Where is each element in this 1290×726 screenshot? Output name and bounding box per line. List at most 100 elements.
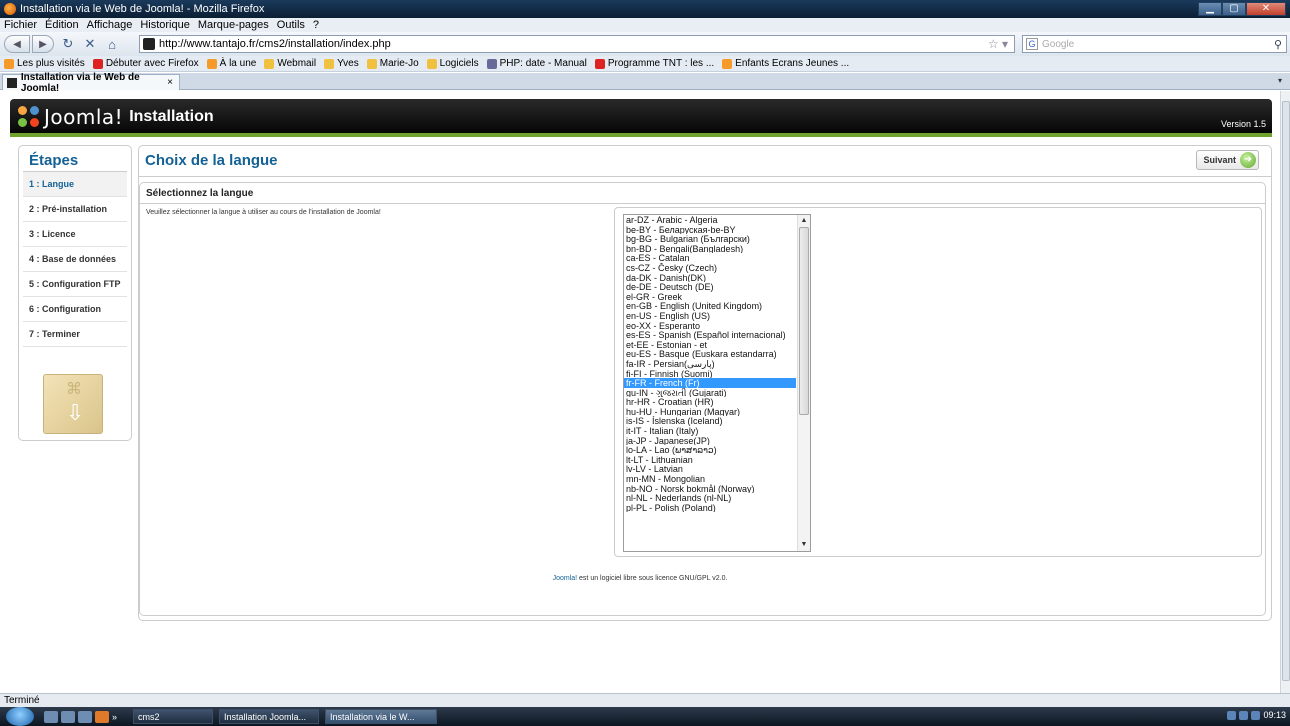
step-item[interactable]: 3 : Licence [23,222,127,247]
language-option[interactable]: en-GB - English (United Kingdom) [624,301,796,311]
language-option[interactable]: en-US - English (US) [624,311,796,320]
tray-volume-icon[interactable] [1239,710,1249,720]
language-description: Veuillez sélectionner la langue à utilis… [146,209,381,216]
step-item[interactable]: 5 : Configuration FTP [23,272,127,297]
menu-bookmarks[interactable]: Marque-pages [198,19,269,31]
tray-clock[interactable]: 09:13 [1263,710,1286,720]
language-option[interactable]: it-IT - Italian (Italy) [624,426,796,435]
language-option[interactable]: be-BY - Беларуская-be-BY [624,225,796,234]
step-item[interactable]: 7 : Terminer [23,322,127,347]
quicklaunch-firefox-icon[interactable] [95,710,109,723]
menu-edit[interactable]: Édition [45,19,79,31]
quicklaunch-show-desktop-icon[interactable] [44,710,58,723]
minimize-button[interactable]: ▁ [1198,2,1222,16]
start-button[interactable] [6,707,34,726]
language-option[interactable]: ar-DZ - Arabic - Algeria [624,215,796,224]
step-item[interactable]: 6 : Configuration [23,297,127,322]
language-option[interactable]: es-ES - Spanish (Español internacional) [624,330,796,339]
language-option[interactable]: ca-ES - Catalan [624,253,796,263]
language-option[interactable]: lo-LA - Lao (ພາສາລາວ) [624,445,796,454]
close-window-button[interactable]: ✕ [1246,2,1286,16]
language-option[interactable]: lt-LT - Lithuanian [624,455,796,464]
bookmark-item[interactable]: À la une [206,58,256,69]
bookmark-item[interactable]: Enfants Ecrans Jeunes ... [722,58,849,69]
language-option[interactable]: cs-CZ - Česky (Czech) [624,263,796,272]
bookmark-item[interactable]: Les plus visités [4,58,85,69]
back-button[interactable]: ◀ [4,35,30,53]
section-divider [140,203,1266,204]
menu-help[interactable]: ? [313,19,319,31]
scroll-up-icon[interactable]: ▲ [800,217,808,225]
language-select[interactable]: ar-DZ - Arabic - Algeria be-BY - Беларуск… [623,214,811,552]
language-option[interactable]: nb-NO - Norsk bokmål (Norway) [624,484,796,493]
language-list-scrollbar[interactable]: ▲ ▼ [797,215,810,551]
language-option[interactable]: pl-PL - Polish (Poland) [624,503,796,512]
language-option[interactable]: lv-LV - Latvian [624,464,796,474]
bookmark-label: Webmail [277,58,317,69]
menu-tools[interactable]: Outils [277,19,305,31]
language-list-scroll-thumb[interactable] [799,227,809,415]
language-option[interactable]: fi-FI - Finnish (Suomi) [624,369,796,378]
language-option[interactable]: bg-BG - Bulgarian (Български) [624,234,796,243]
step-item[interactable]: 2 : Pré-installation [23,197,127,222]
tray-security-icon[interactable] [1251,710,1261,720]
bookmark-star-icon[interactable]: ☆ ▾ [988,37,1008,51]
language-option[interactable]: bn-BD - Bengali(Bangladesh) [624,244,796,253]
search-icon[interactable]: ⚲ [1274,38,1282,51]
bookmark-item[interactable]: PHP: date - Manual [486,58,587,69]
page-scrollbar[interactable] [1280,91,1290,693]
language-option[interactable]: el-GR - Greek [624,292,796,301]
bookmark-item[interactable]: Logiciels [426,58,479,69]
bookmark-item[interactable]: Marie-Jo [366,58,419,69]
quicklaunch-ie-icon[interactable] [78,710,92,723]
url-bar[interactable]: http://www.tantajo.fr/cms2/installation/… [139,35,1015,53]
bookmark-item[interactable]: Programme TNT : les ... [594,58,714,69]
language-option[interactable]: fa-IR - Persian(پارسی) [624,359,796,368]
quicklaunch-more-icon[interactable]: » [112,712,117,722]
language-option[interactable]: de-DE - Deutsch (DE) [624,282,796,291]
maximize-button[interactable]: ▢ [1222,2,1246,16]
taskbar-window-button[interactable]: Installation Joomla... [219,709,320,724]
footer-joomla-link[interactable]: Joomla! [553,575,578,582]
footer-license-text: est un logiciel libre sous licence GNU/G… [577,575,728,582]
menu-view[interactable]: Affichage [87,19,133,31]
step-item[interactable]: 1 : Langue [23,172,127,197]
step-item[interactable]: 4 : Base de données [23,247,127,272]
language-option[interactable]: et-EE - Estonian - et [624,340,796,349]
language-option[interactable]: nl-NL - Nederlands (nl-NL) [624,493,796,502]
next-button[interactable]: Suivant ➜ [1196,150,1259,170]
taskbar-window-button[interactable]: Installation via le W... [325,709,438,724]
language-option[interactable]: mn-MN - Mongolian [624,474,796,483]
language-option[interactable]: is-IS - Íslenska (Iceland) [624,416,796,426]
stop-button[interactable]: ✕ [80,34,100,54]
bookmark-item[interactable]: Yves [324,58,359,69]
reload-button[interactable]: ↻ [58,34,78,54]
system-tray: 09:13 [1227,710,1286,720]
language-option[interactable]: da-DK - Danish(DK) [624,273,796,282]
tray-network-icon[interactable] [1227,710,1237,720]
language-option[interactable]: hr-HR - Croatian (HR) [624,397,796,406]
language-option[interactable]: gu-IN - ગુજરાતી (Gujarati) [624,388,796,397]
scroll-down-icon[interactable]: ▼ [800,541,808,549]
tab-joomla-installation[interactable]: Installation via le Web de Joomla! × [2,72,180,94]
search-bar[interactable]: G Google ⚲ [1022,35,1287,53]
language-option[interactable]: hu-HU - Hungarian (Magyar) [624,407,796,416]
bookmark-item[interactable]: Débuter avec Firefox [92,58,199,69]
language-option[interactable]: eu-ES - Basque (Euskara estandarra) [624,349,796,359]
folder-icon [264,58,275,69]
forward-button[interactable]: ▶ [32,35,54,53]
language-option[interactable]: eo-XX - Esperanto [624,321,796,330]
taskbar-window-button[interactable]: cms2 [133,709,214,724]
language-option[interactable]: ja-JP - Japanese(JP) [624,436,796,445]
menu-history[interactable]: Historique [140,19,190,31]
page-scroll-thumb[interactable] [1282,101,1290,681]
home-button[interactable]: ⌂ [102,34,122,54]
bookmark-item[interactable]: Webmail [264,58,316,69]
menu-bar: Fichier Édition Affichage Historique Mar… [0,18,1290,32]
close-tab-icon[interactable]: × [167,77,173,88]
google-engine-icon[interactable]: G [1026,38,1038,50]
list-all-tabs-icon[interactable]: ▾ [1278,76,1288,86]
quicklaunch-switch-windows-icon[interactable] [61,710,75,723]
language-option[interactable]: fr-FR - French (Fr) [624,378,796,388]
menu-file[interactable]: Fichier [4,19,37,31]
